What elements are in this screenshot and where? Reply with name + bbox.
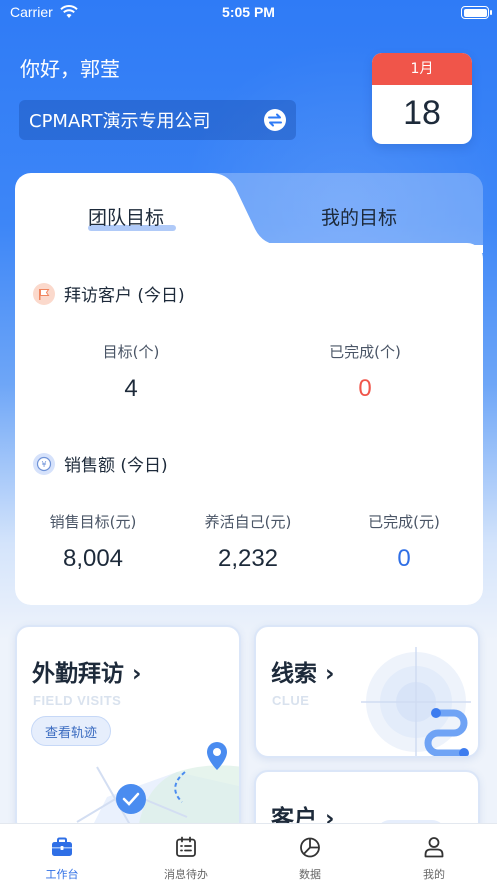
company-name: CPMART演示专用公司 bbox=[29, 111, 211, 132]
battery-icon bbox=[461, 6, 492, 19]
company-switcher[interactable]: CPMART演示专用公司 bbox=[19, 100, 296, 140]
calendar-list-icon bbox=[176, 836, 196, 857]
visit-target-value: 4 bbox=[124, 375, 138, 402]
tab-my-goals[interactable]: 我的目标 bbox=[321, 203, 397, 230]
sales-done-value: 0 bbox=[397, 545, 411, 572]
tab-messages[interactable]: 消息待办 bbox=[124, 824, 248, 883]
tab-messages-label: 消息待办 bbox=[164, 868, 208, 881]
briefcase-icon bbox=[52, 837, 72, 856]
tab-data-label: 数据 bbox=[299, 868, 321, 881]
sales-target-label: 销售目标(元) bbox=[49, 513, 137, 531]
tab-team-goals[interactable]: 团队目标 bbox=[88, 203, 164, 230]
sales-done-label: 已完成(元) bbox=[368, 513, 440, 531]
clue-subtitle: CLUE bbox=[272, 693, 310, 708]
sales-section-header: ¥ 销售额 (今日) bbox=[33, 451, 168, 476]
clue-card[interactable]: 线索 › CLUE bbox=[254, 625, 480, 758]
bottom-tab-bar: 工作台 消息待办 数据 我的 bbox=[0, 823, 497, 883]
sales-self-value: 2,232 bbox=[217, 545, 279, 572]
goals-body: 拜访客户 (今日) 目标(个) 4 已完成(个) 0 ¥ 销售额 (今日) 销售… bbox=[15, 243, 483, 605]
active-tab-shape bbox=[15, 173, 483, 253]
goals-panel: 团队目标 我的目标 拜访客户 (今日) 目标(个) 4 已完成(个) 0 ¥ 销… bbox=[15, 173, 483, 605]
clue-title: 线索 › bbox=[271, 661, 335, 687]
tab-mine[interactable]: 我的 bbox=[372, 824, 496, 883]
status-bar: Carrier 5:05 PM bbox=[0, 0, 497, 26]
target-illustration bbox=[361, 647, 471, 756]
calendar-month: 1月 bbox=[372, 53, 472, 85]
switch-icon[interactable] bbox=[264, 109, 286, 131]
clock: 5:05 PM bbox=[222, 4, 275, 20]
goal-tabs: 团队目标 我的目标 bbox=[15, 173, 483, 253]
visit-section-title: 拜访客户 (今日) bbox=[64, 286, 185, 306]
sales-target-value: 8,004 bbox=[62, 545, 124, 572]
map-illustration bbox=[76, 742, 239, 833]
greeting-text: 你好，郭莹 bbox=[20, 57, 120, 81]
tab-data[interactable]: 数据 bbox=[248, 824, 372, 883]
visit-done-value: 0 bbox=[358, 375, 372, 402]
field-visits-subtitle: FIELD VISITS bbox=[33, 693, 122, 708]
visit-section-header: 拜访客户 (今日) bbox=[33, 281, 185, 306]
user-icon bbox=[424, 837, 444, 858]
field-visits-card[interactable]: 外勤拜访 › FIELD VISITS 查看轨迹 bbox=[15, 625, 241, 835]
flag-icon bbox=[33, 282, 55, 305]
tab-workbench-label: 工作台 bbox=[45, 868, 79, 881]
sales-section-title: 销售额 (今日) bbox=[64, 456, 168, 476]
sales-self-label: 养活自己(元) bbox=[204, 513, 292, 531]
visit-done-label: 已完成(个) bbox=[329, 343, 401, 361]
yen-coin-icon: ¥ bbox=[33, 452, 55, 475]
pie-chart-icon bbox=[300, 837, 320, 858]
svg-text:¥: ¥ bbox=[41, 460, 46, 469]
tab-workbench[interactable]: 工作台 bbox=[0, 824, 124, 883]
calendar-day: 18 bbox=[403, 94, 441, 132]
tab-mine-label: 我的 bbox=[423, 868, 445, 881]
field-visits-title: 外勤拜访 › bbox=[32, 661, 142, 687]
date-calendar: 1月 18 bbox=[372, 53, 472, 144]
visit-target-label: 目标(个) bbox=[102, 343, 160, 361]
